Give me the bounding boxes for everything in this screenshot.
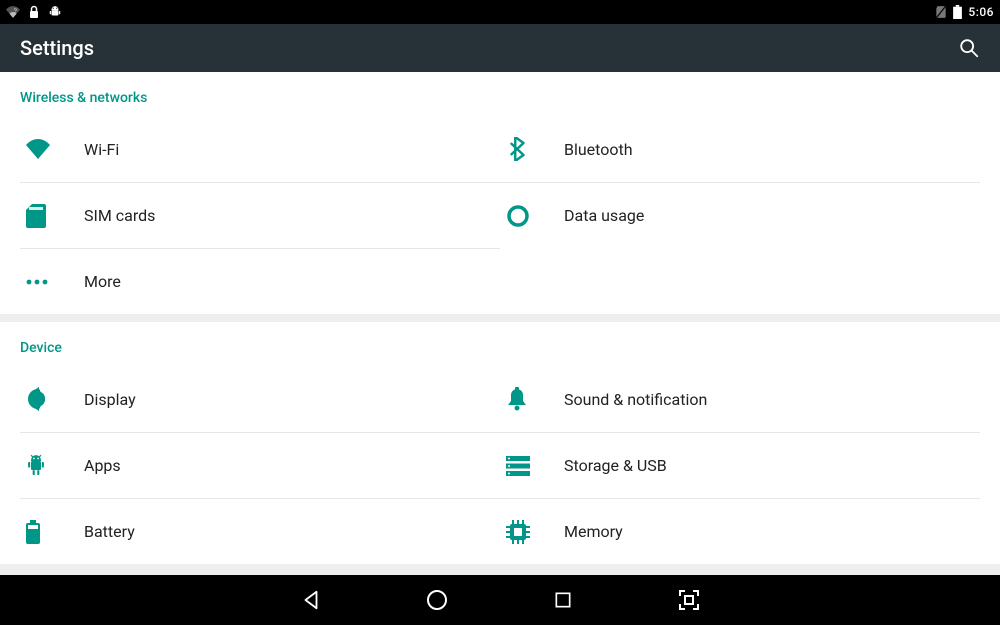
status-bar: ? 5:06 bbox=[0, 0, 1000, 24]
search-button[interactable] bbox=[958, 37, 980, 59]
wifi-icon bbox=[20, 139, 84, 159]
apps-icon bbox=[20, 454, 84, 478]
item-label: Battery bbox=[84, 522, 135, 541]
no-sim-icon bbox=[935, 5, 947, 19]
settings-content: Wireless & networks Wi-Fi Bluetooth SIM … bbox=[0, 72, 1000, 575]
memory-icon bbox=[500, 520, 564, 544]
section-wireless: Wireless & networks Wi-Fi Bluetooth SIM … bbox=[0, 72, 1000, 314]
item-sound[interactable]: Sound & notification bbox=[500, 366, 980, 432]
item-display[interactable]: Display bbox=[20, 366, 500, 432]
item-label: SIM cards bbox=[84, 206, 155, 225]
page-title: Settings bbox=[20, 36, 94, 60]
sim-icon bbox=[20, 204, 84, 228]
item-label: Data usage bbox=[564, 206, 644, 225]
nav-home-button[interactable] bbox=[419, 582, 455, 618]
section-title-wireless: Wireless & networks bbox=[0, 72, 1000, 116]
display-icon bbox=[20, 387, 84, 411]
item-label: Display bbox=[84, 390, 136, 409]
android-debug-icon bbox=[48, 5, 62, 19]
item-label: More bbox=[84, 272, 121, 291]
section-title-device: Device bbox=[0, 322, 1000, 366]
item-bluetooth[interactable]: Bluetooth bbox=[500, 116, 980, 182]
item-battery[interactable]: Battery bbox=[20, 498, 500, 564]
item-label: Sound & notification bbox=[564, 390, 707, 409]
bluetooth-icon bbox=[500, 137, 564, 161]
nav-screenshot-button[interactable] bbox=[671, 582, 707, 618]
item-storage[interactable]: Storage & USB bbox=[500, 432, 980, 498]
section-device: Device Display Sound & notification Apps bbox=[0, 322, 1000, 564]
wifi-status-icon: ? bbox=[6, 6, 20, 18]
battery-icon bbox=[20, 520, 84, 544]
item-more[interactable]: More bbox=[20, 248, 500, 314]
item-label: Storage & USB bbox=[564, 456, 667, 475]
bell-icon bbox=[500, 387, 564, 411]
item-wifi[interactable]: Wi-Fi bbox=[20, 116, 500, 182]
navigation-bar bbox=[0, 575, 1000, 625]
nav-back-button[interactable] bbox=[293, 582, 329, 618]
item-label: Apps bbox=[84, 456, 121, 475]
item-label: Memory bbox=[564, 522, 623, 541]
storage-icon bbox=[500, 456, 564, 476]
item-datausage[interactable]: Data usage bbox=[500, 182, 980, 248]
lock-icon bbox=[28, 5, 40, 19]
nav-recent-button[interactable] bbox=[545, 582, 581, 618]
status-clock: 5:06 bbox=[968, 5, 994, 19]
item-memory[interactable]: Memory bbox=[500, 498, 980, 564]
more-icon bbox=[20, 279, 84, 285]
datausage-icon bbox=[500, 204, 564, 228]
item-apps[interactable]: Apps bbox=[20, 432, 500, 498]
item-label: Bluetooth bbox=[564, 140, 633, 159]
app-bar: Settings bbox=[0, 24, 1000, 72]
item-label: Wi-Fi bbox=[84, 140, 119, 159]
item-sim[interactable]: SIM cards bbox=[20, 182, 500, 248]
battery-icon bbox=[953, 5, 962, 19]
